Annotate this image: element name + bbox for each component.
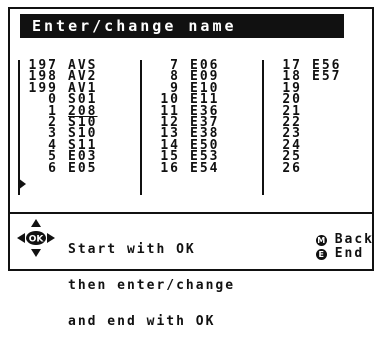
channel-number: 26 bbox=[282, 160, 302, 176]
channel-entry[interactable]: 19 bbox=[264, 82, 370, 95]
e-button-icon: E bbox=[315, 248, 327, 260]
channel-number: 6 bbox=[48, 160, 58, 176]
channel-column-1: 197 AVS 198 AV2 199 AV1 0 S01 1 208 2 S10 3 S10 4 S11 5 E… bbox=[18, 59, 130, 195]
selection-cursor-icon bbox=[18, 178, 26, 190]
channel-entry[interactable]: 25 bbox=[264, 150, 370, 163]
m-button-icon: M bbox=[315, 234, 327, 246]
help-line-2: then enter/change bbox=[68, 278, 236, 293]
divider bbox=[8, 212, 374, 214]
channel-entry[interactable]: 24 bbox=[264, 139, 370, 152]
channel-entry[interactable]: 23 bbox=[264, 127, 370, 140]
ok-dpad-icon[interactable]: OK bbox=[16, 218, 56, 258]
channel-entry[interactable]: 26 bbox=[264, 160, 370, 176]
legend-end[interactable]: E End bbox=[315, 246, 374, 261]
channel-entry[interactable]: 16 E54 bbox=[142, 160, 252, 176]
button-legend: M Back E End bbox=[315, 232, 374, 261]
channel-name: E54 bbox=[190, 160, 220, 176]
legend-back-label: Back bbox=[334, 232, 374, 247]
channel-entry[interactable]: 6 E05 bbox=[20, 160, 130, 176]
help-line-1: Start with OK bbox=[68, 242, 196, 257]
channel-entry[interactable]: 22 bbox=[264, 116, 370, 129]
legend-end-label: End bbox=[334, 246, 365, 261]
channel-column-3: 17 E56 18 E57 19 20 21 22 23 24 25 26 bbox=[262, 59, 370, 195]
channel-entry[interactable]: 20 bbox=[264, 93, 370, 106]
channel-list: 197 AVS 198 AV2 199 AV1 0 S01 1 208 2 S10 3 S10 4 S11 5 E… bbox=[18, 59, 372, 200]
help-line-3: and end with OK bbox=[68, 314, 216, 329]
legend-back[interactable]: M Back bbox=[315, 232, 374, 247]
channel-column-2: 7 E06 8 E09 9 E10 10 E11 11 E36 12 E37 13 E38 14 E50 15 E… bbox=[140, 59, 252, 195]
menu-title: Enter/change name bbox=[20, 14, 344, 38]
help-text: Start with OK then enter/change and end … bbox=[68, 220, 235, 340]
channel-name: E05 bbox=[68, 160, 98, 176]
channel-number: 16 bbox=[160, 160, 180, 176]
channel-entry[interactable]: 21 bbox=[264, 104, 370, 117]
channel-entry[interactable]: 18 E57 bbox=[264, 69, 370, 85]
channel-name: E57 bbox=[312, 69, 342, 85]
svg-text:OK: OK bbox=[29, 235, 45, 245]
